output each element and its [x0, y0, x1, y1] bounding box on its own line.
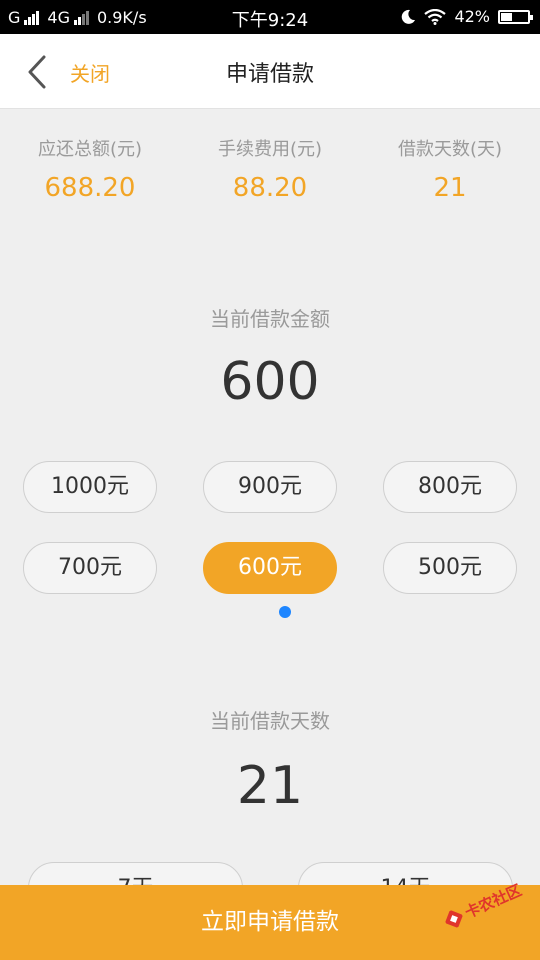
amount-option-1000[interactable]: 1000元	[23, 461, 157, 513]
amount-option-500[interactable]: 500元	[383, 542, 517, 594]
status-bar: G 4G 0.9K/s 下午9:24 42%	[0, 0, 540, 34]
battery-percent: 42%	[454, 7, 490, 26]
page-title: 申请借款	[225, 62, 314, 87]
amount-option-600-selected[interactable]: 600元	[203, 542, 337, 594]
battery-icon	[498, 9, 533, 24]
status-right: 42%	[400, 7, 533, 26]
summary-fee: 手续费用(元) 88.20	[180, 135, 360, 203]
battery-fill	[501, 12, 512, 21]
summary-value: 688.20	[44, 173, 136, 203]
days-value: 21	[236, 756, 304, 816]
amount-value: 600	[220, 352, 320, 412]
summary-label: 手续费用(元)	[217, 139, 323, 160]
wifi-icon	[424, 8, 447, 25]
summary-total: 应还总额(元) 688.20	[0, 135, 180, 203]
nav-bar: 关闭 申请借款	[0, 34, 540, 109]
page-indicator-dot	[279, 606, 291, 618]
summary-value: 88.20	[232, 173, 308, 203]
summary-days: 借款天数(天) 21	[360, 135, 540, 203]
amount-section-label: 当前借款金额	[210, 307, 330, 331]
days-section-label: 当前借款天数	[210, 709, 330, 733]
summary-label: 借款天数(天)	[397, 139, 503, 160]
moon-icon	[402, 9, 416, 24]
amount-option-900[interactable]: 900元	[203, 461, 337, 513]
amount-option-700[interactable]: 700元	[23, 542, 157, 594]
amount-option-800[interactable]: 800元	[383, 461, 517, 513]
loan-summary: 应还总额(元) 688.20 手续费用(元) 88.20 借款天数(天) 21	[0, 135, 540, 203]
summary-value: 21	[433, 173, 467, 203]
summary-label: 应还总额(元)	[37, 139, 143, 160]
